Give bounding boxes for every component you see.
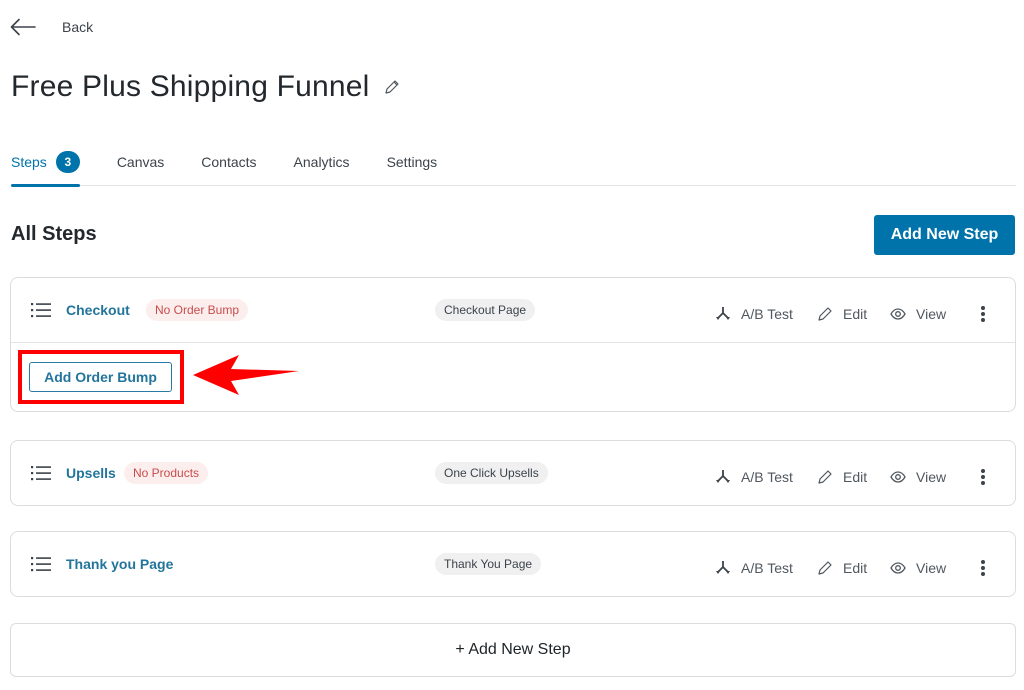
view-label: View <box>916 306 947 322</box>
page-title: Free Plus Shipping Funnel <box>11 70 370 103</box>
status-badge: No Order Bump <box>146 299 249 321</box>
tab-label: Analytics <box>293 154 350 170</box>
eye-icon <box>890 308 906 320</box>
split-icon <box>716 470 730 483</box>
split-icon <box>716 561 730 574</box>
pencil-icon <box>818 561 832 575</box>
tab-canvas[interactable]: Canvas <box>117 140 164 186</box>
ab-test-label: A/B Test <box>741 469 793 485</box>
annotation-arrow-icon <box>193 355 299 395</box>
view-button[interactable]: View <box>890 469 976 485</box>
tab-bar: Steps 3 Canvas Contacts Analytics Settin… <box>11 140 1016 187</box>
tab-label: Contacts <box>201 154 257 170</box>
eye-icon <box>890 471 906 483</box>
add-new-step-button[interactable]: Add New Step <box>874 215 1015 255</box>
step-card-thank-you: Thank you Page Thank You Page A/B Test E… <box>10 531 1016 597</box>
drag-handle-icon[interactable] <box>31 302 51 318</box>
step-actions: A/B Test Edit View <box>715 465 990 489</box>
tab-contacts[interactable]: Contacts <box>201 140 256 186</box>
pencil-icon <box>818 307 832 321</box>
tab-analytics[interactable]: Analytics <box>294 140 350 186</box>
more-options-icon[interactable] <box>976 559 990 577</box>
ab-test-button[interactable]: A/B Test <box>715 469 817 485</box>
status-badge: No Products <box>124 462 209 484</box>
tab-label: Steps <box>11 154 47 170</box>
step-type-chip: Checkout Page <box>435 299 536 321</box>
title-row: Free Plus Shipping Funnel <box>11 70 400 104</box>
step-name[interactable]: Checkout <box>66 302 130 318</box>
ab-test-button[interactable]: A/B Test <box>715 306 817 322</box>
tab-label: Canvas <box>116 154 165 170</box>
view-label: View <box>916 469 947 485</box>
back-label: Back <box>62 19 94 35</box>
edit-button[interactable]: Edit <box>817 560 890 576</box>
drag-handle-icon[interactable] <box>31 465 51 481</box>
back-link[interactable]: Back <box>10 14 93 40</box>
step-type-chip: Thank You Page <box>435 553 542 575</box>
view-button[interactable]: View <box>890 306 976 322</box>
step-name[interactable]: Thank you Page <box>66 556 173 572</box>
section-title: All Steps <box>11 223 97 245</box>
ab-test-label: A/B Test <box>741 306 793 322</box>
step-type-chip: One Click Upsells <box>435 462 548 484</box>
annotation-highlight-box: Add Order Bump <box>18 350 184 404</box>
ab-test-button[interactable]: A/B Test <box>715 560 817 576</box>
add-order-bump-button[interactable]: Add Order Bump <box>29 362 172 392</box>
edit-button[interactable]: Edit <box>817 306 890 322</box>
ab-test-label: A/B Test <box>741 560 793 576</box>
view-label: View <box>916 560 947 576</box>
tab-label: Settings <box>386 154 438 170</box>
tab-settings[interactable]: Settings <box>387 140 438 186</box>
step-row: Upsells No Products One Click Upsells A/… <box>11 441 1015 505</box>
pencil-icon[interactable] <box>384 79 400 95</box>
step-name[interactable]: Upsells <box>66 465 116 481</box>
eye-icon <box>890 562 906 574</box>
step-card-upsells: Upsells No Products One Click Upsells A/… <box>10 440 1016 506</box>
edit-button[interactable]: Edit <box>817 469 890 485</box>
step-sub-panel: Add Order Bump <box>11 342 1015 411</box>
step-card-checkout: Checkout No Order Bump Checkout Page A/B… <box>10 277 1016 412</box>
edit-label: Edit <box>843 560 868 576</box>
step-actions: A/B Test Edit View <box>715 302 990 326</box>
tab-steps[interactable]: Steps 3 <box>11 140 80 187</box>
drag-handle-icon[interactable] <box>31 556 51 572</box>
step-row: Checkout No Order Bump Checkout Page A/B… <box>11 278 1015 342</box>
more-options-icon[interactable] <box>976 305 990 323</box>
more-options-icon[interactable] <box>976 468 990 486</box>
step-actions: A/B Test Edit View <box>715 556 990 580</box>
edit-label: Edit <box>843 469 868 485</box>
pencil-icon <box>818 470 832 484</box>
step-row: Thank you Page Thank You Page A/B Test E… <box>11 532 1015 596</box>
split-icon <box>716 307 730 320</box>
edit-label: Edit <box>843 306 868 322</box>
add-new-step-bottom-button[interactable]: + Add New Step <box>10 623 1016 677</box>
steps-count-badge: 3 <box>55 151 80 173</box>
arrow-left-icon <box>10 18 36 36</box>
view-button[interactable]: View <box>890 560 976 576</box>
